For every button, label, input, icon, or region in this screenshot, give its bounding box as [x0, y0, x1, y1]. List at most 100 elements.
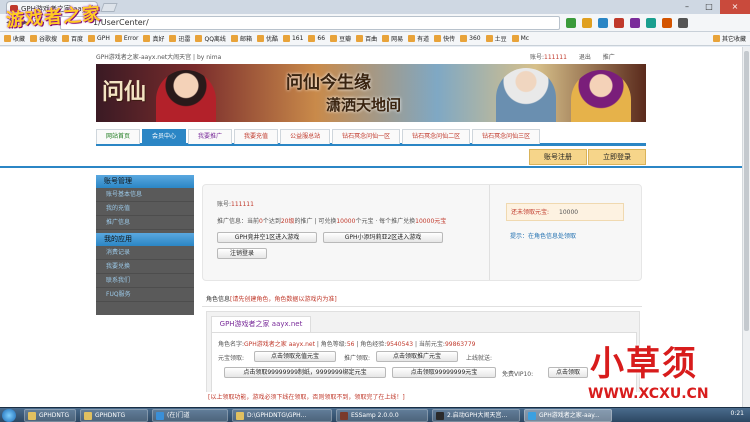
- unclaimed-stat: 还未领取元宝: 10000: [506, 203, 624, 221]
- bookmark-item[interactable]: 邮箱: [230, 34, 252, 43]
- bookmark-item[interactable]: 66: [308, 35, 325, 42]
- claim-recharge-button[interactable]: 点击领取充值元宝: [254, 351, 336, 362]
- browser-window: GPH游戏者之家 aayx.net × – □ × ◀ ▶ ↻ ⌂ 1/User…: [0, 0, 750, 422]
- bookmark-item[interactable]: QQ离线: [195, 34, 226, 43]
- minimize-button[interactable]: –: [676, 0, 698, 14]
- new-tab-button[interactable]: [100, 3, 118, 12]
- bookmark-item[interactable]: GPH: [88, 35, 110, 42]
- bookmark-item[interactable]: 网易: [382, 34, 403, 43]
- unclaimed-value: 10000: [559, 209, 579, 216]
- folder-icon: [88, 35, 96, 42]
- watermark: 小草须 WWW.XCXU.CN: [580, 336, 740, 406]
- enter-zone2-button[interactable]: GPH小添玛莉亚2区进入游戏: [323, 232, 443, 243]
- folder-icon: [30, 35, 38, 42]
- sidebar-item-fuq[interactable]: FUQ服务: [96, 288, 194, 302]
- account-id: 111111: [231, 201, 254, 208]
- terminal-icon: [436, 412, 444, 420]
- account-status: 账号:111111 退出 推广: [530, 54, 615, 61]
- extension-icon[interactable]: [630, 18, 640, 28]
- sidebar-item-promo-info[interactable]: 推广信息: [96, 216, 194, 230]
- folder-icon: [308, 35, 316, 42]
- navigation-bar: ◀ ▶ ↻ ⌂ 1/UserCenter/: [0, 14, 750, 32]
- close-window-button[interactable]: ×: [720, 0, 750, 14]
- nav-zone-1[interactable]: 钻石冥念问仙一区: [332, 129, 401, 144]
- vertical-scrollbar[interactable]: [742, 47, 750, 407]
- folder-icon: [114, 35, 122, 42]
- nav-promote[interactable]: 我要推广: [188, 129, 233, 144]
- bookmark-item[interactable]: 360: [460, 35, 481, 42]
- shield-icon[interactable]: [566, 18, 576, 28]
- bookmark-item[interactable]: 豆瓣: [330, 34, 351, 43]
- folder-icon: [84, 412, 92, 420]
- bookmark-item[interactable]: 161: [282, 35, 303, 42]
- logout-button[interactable]: 注销登录: [217, 248, 267, 259]
- bookmark-item[interactable]: 优酷: [256, 34, 278, 43]
- extension-icon[interactable]: [662, 18, 672, 28]
- account-line: 账号:111111: [217, 201, 254, 208]
- bookmark-item[interactable]: 快传: [434, 34, 455, 43]
- banner-title: 问仙今生缘: [286, 73, 371, 93]
- tab-role[interactable]: GPH游戏者之家 aayx.net: [211, 316, 311, 332]
- claim-promo-button[interactable]: 点击领取推广元宝: [376, 351, 458, 362]
- main-nav: 网站首页 会员中心 我要推广 我要充值 公益服总站 钻石冥念问仙一区 钻石冥念问…: [96, 129, 646, 146]
- taskbar-item[interactable]: 2.启动GPH大闹天宫...: [432, 409, 520, 422]
- nav-public-servers[interactable]: 公益服总站: [280, 129, 331, 144]
- extension-icon[interactable]: [598, 18, 608, 28]
- nav-recharge[interactable]: 我要充值: [234, 129, 279, 144]
- extension-icon[interactable]: [646, 18, 656, 28]
- login-button[interactable]: 立即登录: [588, 149, 646, 165]
- bookmark-item[interactable]: 收藏: [4, 34, 25, 43]
- folder-icon: [511, 35, 519, 42]
- scrollbar-thumb[interactable]: [744, 51, 749, 331]
- menu-icon[interactable]: [678, 18, 688, 28]
- nav-home[interactable]: 网站首页: [96, 129, 141, 144]
- taskbar-item[interactable]: ESSamp 2.0.0.0: [336, 409, 428, 422]
- claim-yb-button[interactable]: 点击领取99999999元宝: [392, 367, 496, 378]
- address-bar[interactable]: 1/UserCenter/: [60, 16, 560, 30]
- bookmark-item[interactable]: 谷歌搜: [30, 34, 57, 43]
- taskbar-item[interactable]: GPHDNTG: [24, 409, 76, 422]
- taskbar-item-active[interactable]: GPH游戏者之家-aay...: [524, 409, 612, 422]
- sidebar: 账号管理 账号基本信息 我的充值 推广信息 我的应用 消费记录 我要兑换 联系我…: [96, 175, 194, 315]
- sidebar-item-contact[interactable]: 联系我们: [96, 274, 194, 288]
- folder-icon: [28, 412, 36, 420]
- nav-member-center[interactable]: 会员中心: [142, 129, 187, 144]
- bookmark-item[interactable]: 土豆: [485, 34, 507, 43]
- banner-logo: 问仙: [102, 79, 147, 105]
- adblock-icon[interactable]: [614, 18, 624, 28]
- browser-icon: [528, 412, 536, 420]
- folder-icon: [4, 35, 11, 42]
- promote-link[interactable]: 推广: [603, 54, 615, 61]
- bookmark-item[interactable]: Error: [114, 35, 138, 42]
- bookmark-item[interactable]: Mc: [511, 35, 529, 42]
- register-button[interactable]: 账号注册: [529, 149, 587, 165]
- taskbar-item[interactable]: GPHDNTG: [80, 409, 148, 422]
- sidebar-item-records[interactable]: 消费记录: [96, 246, 194, 260]
- sidebar-item-exchange[interactable]: 我要兑换: [96, 260, 194, 274]
- enter-zone1-button[interactable]: GPH竞井空1区进入游戏: [217, 232, 317, 243]
- other-bookmarks[interactable]: 其它收藏: [712, 34, 746, 43]
- bookmark-item[interactable]: 真好: [143, 34, 164, 43]
- star-icon[interactable]: [582, 18, 592, 28]
- sidebar-item-account-info[interactable]: 账号基本信息: [96, 188, 194, 202]
- maximize-button[interactable]: □: [698, 0, 720, 14]
- banner-character: [571, 70, 631, 122]
- account-value: 111111: [544, 54, 567, 61]
- bookmark-item[interactable]: 有道: [408, 34, 429, 43]
- nav-zone-3[interactable]: 钻石冥念问仙三区: [472, 129, 541, 144]
- bookmark-item[interactable]: 百曲: [356, 34, 377, 43]
- start-button[interactable]: [2, 409, 16, 422]
- claim-dongle-button[interactable]: 点击领取99999999制纸，9999999绑定元宝: [224, 367, 386, 378]
- sidebar-item-my-recharge[interactable]: 我的充值: [96, 202, 194, 216]
- promo-info-line: 推广信息：当前0个达到20级的推广 | 可兑换10000个元宝 · 每个推广兑换…: [217, 218, 447, 225]
- role-content: 角色名字:GPH游戏者之家 aayx.net | 角色等级:56 | 角色经验:…: [211, 332, 637, 400]
- folder-icon: [62, 35, 70, 42]
- logout-link[interactable]: 退出: [579, 54, 591, 61]
- taskbar-clock: 0:21: [730, 410, 744, 417]
- nav-zone-2[interactable]: 钻石冥念问仙二区: [402, 129, 471, 144]
- bookmark-item[interactable]: 迅雷: [169, 34, 190, 43]
- taskbar-item[interactable]: (在)门道: [152, 409, 228, 422]
- folder-icon: [195, 35, 203, 42]
- bookmark-item[interactable]: 百度: [62, 34, 83, 43]
- taskbar-item[interactable]: D:\GPHDNTG\GPH...: [232, 409, 332, 422]
